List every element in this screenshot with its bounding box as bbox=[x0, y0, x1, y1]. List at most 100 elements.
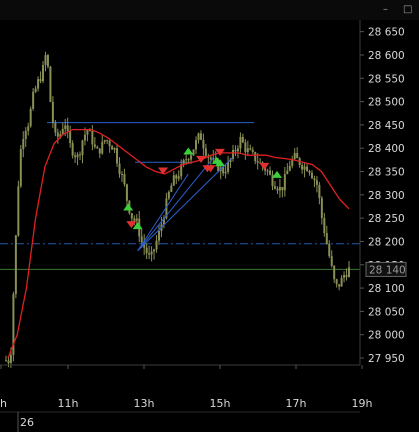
candle-body bbox=[278, 186, 281, 191]
candle-body bbox=[51, 101, 54, 123]
candle-body bbox=[293, 153, 296, 159]
candle-body bbox=[338, 284, 341, 287]
candle-body bbox=[83, 134, 86, 141]
y-tick-label: 28 100 bbox=[368, 283, 405, 295]
candle-body bbox=[32, 91, 35, 109]
candle-body bbox=[244, 142, 247, 153]
candle-body bbox=[120, 174, 123, 176]
candle-body bbox=[227, 161, 230, 172]
candle-body bbox=[22, 139, 25, 150]
y-tick-label: 28 000 bbox=[368, 330, 405, 342]
candle-body bbox=[81, 140, 84, 156]
candle-body bbox=[79, 154, 82, 156]
candle-body bbox=[323, 218, 326, 234]
x-tick-label: 15h bbox=[210, 397, 231, 410]
candle-body bbox=[9, 354, 12, 363]
candle-body bbox=[148, 253, 151, 255]
candle-body bbox=[313, 178, 316, 181]
candle-body bbox=[24, 130, 27, 140]
y-tick-label: 28 350 bbox=[368, 167, 405, 179]
candle-body bbox=[308, 171, 311, 173]
candle-body bbox=[246, 148, 249, 153]
y-tick-label: 28 450 bbox=[368, 120, 405, 132]
candle-body bbox=[177, 176, 180, 179]
candle-body bbox=[266, 170, 269, 172]
candle-body bbox=[96, 146, 99, 149]
price-chart[interactable]: 28 650 28 600 28 550 28 500 28 450 28 400 28 3… bbox=[0, 0, 419, 432]
candle-body bbox=[283, 174, 286, 191]
candle-body bbox=[296, 153, 299, 159]
candle-body bbox=[241, 136, 244, 143]
y-tick-label: 28 400 bbox=[368, 143, 405, 155]
y-tick-label: 28 550 bbox=[368, 73, 405, 85]
candle-body bbox=[239, 136, 242, 149]
candle-body bbox=[343, 274, 346, 278]
candle-body bbox=[111, 146, 114, 150]
candle-body bbox=[93, 144, 96, 147]
candle-body bbox=[254, 152, 257, 162]
candle-body bbox=[130, 213, 133, 219]
x-tick-label: 13h bbox=[134, 397, 155, 410]
candle-body bbox=[190, 155, 193, 160]
candle-body bbox=[37, 79, 40, 89]
candle-body bbox=[34, 88, 37, 92]
y-tick-label: 28 200 bbox=[368, 236, 405, 248]
candle-body bbox=[19, 149, 22, 187]
candle-body bbox=[170, 185, 173, 192]
candle-body bbox=[318, 184, 321, 199]
candle-body bbox=[29, 108, 32, 127]
candle-body bbox=[39, 79, 42, 82]
candle-body bbox=[66, 125, 69, 132]
candle-body bbox=[340, 277, 343, 287]
candle-body bbox=[345, 274, 348, 277]
y-tick-label: 28 050 bbox=[368, 306, 405, 318]
x-tick-label: 19h bbox=[352, 397, 373, 410]
current-price-label: 28 140 bbox=[369, 264, 406, 276]
candle-body bbox=[7, 360, 10, 363]
date-label: 26 bbox=[20, 416, 34, 429]
current-price-tag: 28 140 bbox=[365, 261, 407, 277]
candle-body bbox=[301, 165, 304, 170]
candle-body bbox=[187, 159, 190, 161]
candle-body bbox=[113, 148, 116, 150]
candle-body bbox=[202, 139, 205, 149]
candle-body bbox=[91, 130, 94, 145]
candle-body bbox=[195, 140, 198, 150]
candle-body bbox=[310, 172, 313, 179]
candle-body bbox=[204, 148, 207, 156]
candle-body bbox=[123, 174, 126, 185]
candle-body bbox=[303, 166, 306, 170]
candle-body bbox=[269, 170, 272, 175]
candle-body bbox=[249, 148, 252, 150]
candle-body bbox=[88, 130, 91, 132]
candle-body bbox=[140, 236, 143, 243]
candle-body bbox=[276, 188, 279, 191]
candle-body bbox=[44, 55, 47, 65]
candle-body bbox=[325, 233, 328, 244]
candle-body bbox=[14, 235, 17, 295]
candle-body bbox=[172, 175, 175, 186]
x-tick-label: h bbox=[0, 397, 7, 410]
candle-body bbox=[64, 125, 67, 129]
candle-body bbox=[71, 143, 74, 156]
candle-body bbox=[306, 166, 309, 172]
candle-body bbox=[145, 247, 148, 254]
candle-body bbox=[256, 161, 259, 163]
candle-body bbox=[155, 240, 158, 250]
candle-body bbox=[333, 265, 336, 280]
chart-background bbox=[0, 20, 419, 432]
candle-body bbox=[197, 133, 200, 141]
candle-body bbox=[335, 279, 338, 285]
y-tick-label: 28 250 bbox=[368, 213, 405, 225]
candle-body bbox=[224, 171, 227, 174]
candle-body bbox=[86, 130, 89, 135]
candle-body bbox=[118, 163, 121, 175]
candle-body bbox=[209, 157, 212, 160]
candle-body bbox=[234, 149, 237, 152]
candle-body bbox=[133, 218, 136, 221]
candle-body bbox=[175, 175, 178, 179]
candle-body bbox=[108, 140, 111, 147]
candle-body bbox=[153, 249, 156, 252]
candle-body bbox=[236, 148, 239, 152]
candle-body bbox=[116, 148, 119, 164]
